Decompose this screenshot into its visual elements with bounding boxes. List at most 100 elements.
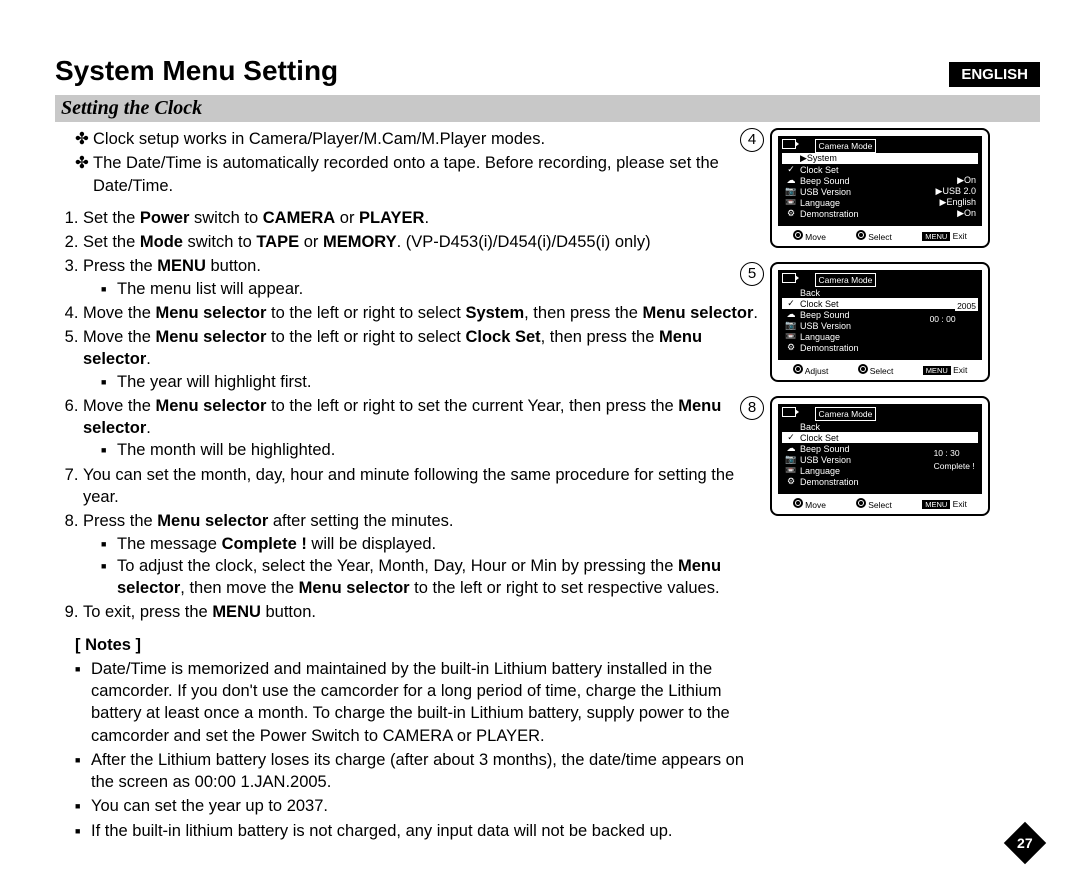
row-icon: ⚙ [784, 342, 798, 353]
intro-item: Clock setup works in Camera/Player/M.Cam… [75, 128, 760, 150]
footer-hint: MENU Exit [923, 365, 968, 375]
step-item: Move the Menu selector to the left or ri… [83, 326, 760, 393]
row-icon: ☁ [784, 309, 798, 320]
lcd-footer: Move Select MENU Exit [778, 230, 982, 242]
row-label: Clock Set [798, 165, 976, 175]
lcd-date: 1 JAN 2005 [934, 434, 978, 447]
lcd-mode-title: Camera Mode [815, 407, 877, 421]
row-label: Back [798, 288, 976, 298]
section-heading: Setting the Clock [55, 95, 1040, 122]
note-item: After the Lithium battery loses its char… [75, 749, 760, 794]
lcd-footer: Adjust Select MENU Exit [778, 364, 982, 376]
row-value: ▶USB 2.0 [932, 186, 976, 197]
notes-list: Date/Time is memorized and maintained by… [75, 658, 760, 842]
lcd-menu-row: Back [782, 421, 978, 432]
knob-icon [793, 498, 803, 508]
row-icon: ☁ [784, 175, 798, 186]
language-badge: ENGLISH [949, 62, 1040, 87]
knob-icon [856, 230, 866, 240]
text-column: Clock setup works in Camera/Player/M.Cam… [55, 128, 760, 852]
lcd-menu-row: Back [782, 287, 978, 298]
step-item: Set the Power switch to CAMERA or PLAYER… [83, 207, 760, 229]
footer-hint: Select [858, 364, 894, 376]
lcd-screen: Camera Mode▶System✓Clock Set☁Beep Sound▶… [778, 136, 982, 226]
page-number: 27 [1017, 835, 1033, 851]
lcd-figure: 5 Camera Mode Back✓Clock Set☁Beep Sound📷… [770, 262, 1040, 382]
footer-hint: Adjust [793, 364, 829, 376]
lcd-time: 10 : 30 [934, 447, 978, 460]
note-item: Date/Time is memorized and maintained by… [75, 658, 760, 747]
knob-icon [856, 498, 866, 508]
row-icon: 📼 [784, 197, 798, 208]
lcd-time: 00 : 00 [930, 313, 978, 326]
row-icon: 📷 [784, 320, 798, 331]
knob-icon [793, 364, 803, 374]
lcd-date: 1 JAN 2005 [930, 300, 978, 313]
camera-icon [782, 273, 796, 283]
camera-icon [782, 407, 796, 417]
lcd-menu-row: 📷USB Version▶USB 2.0 [782, 186, 978, 197]
figure-number: 8 [740, 396, 764, 420]
footer-hint: Move [793, 230, 826, 242]
row-icon: ⚙ [784, 208, 798, 219]
row-icon: ☁ [784, 443, 798, 454]
lcd-menu-row: ✓Clock Set [782, 164, 978, 175]
footer-hint: Move [793, 498, 826, 510]
row-icon: 📷 [784, 454, 798, 465]
menu-button-icon: MENU [922, 500, 950, 509]
lcd-screen: Camera Mode Back✓Clock Set☁Beep Sound📷US… [778, 404, 982, 494]
lcd-message: Complete ! [934, 460, 978, 473]
knob-icon [793, 230, 803, 240]
footer-hint: Select [856, 230, 892, 242]
lcd-frame: Camera Mode Back✓Clock Set☁Beep Sound📷US… [770, 262, 990, 382]
figure-column: 4 Camera Mode▶System✓Clock Set☁Beep Soun… [770, 128, 1040, 530]
lcd-frame: Camera Mode Back✓Clock Set☁Beep Sound📷US… [770, 396, 990, 516]
menu-button-icon: MENU [922, 232, 950, 241]
lcd-menu-row: ⚙Demonstration [782, 342, 978, 353]
row-value: ▶On [953, 208, 976, 219]
lcd-menu-row: ▶System [782, 153, 978, 164]
lcd-figure: 4 Camera Mode▶System✓Clock Set☁Beep Soun… [770, 128, 1040, 248]
manual-page: ENGLISH System Menu Setting Setting the … [0, 0, 1080, 880]
row-label: USB Version [798, 187, 932, 197]
row-icon: 📷 [784, 186, 798, 197]
row-value: ▶On [953, 175, 976, 186]
footer-hint: MENU Exit [922, 231, 967, 241]
lcd-side-panel: 1 JAN 200510 : 30Complete ! [934, 434, 978, 473]
lcd-year-highlight: 2005 [955, 301, 978, 311]
menu-button-icon: MENU [923, 366, 951, 375]
intro-item: The Date/Time is automatically recorded … [75, 152, 760, 197]
figure-number: 5 [740, 262, 764, 286]
row-label: ▶System [798, 153, 976, 164]
lcd-menu-row: ☁Beep Sound▶On [782, 175, 978, 186]
lcd-menu-row: ⚙Demonstration [782, 476, 978, 487]
footer-hint: MENU Exit [922, 499, 967, 509]
lcd-side-panel: 1 JAN 200500 : 00 [930, 300, 978, 326]
row-label: Demonstration [798, 209, 953, 219]
notes-heading: [ Notes ] [75, 634, 760, 656]
lcd-menu-row: ⚙Demonstration▶On [782, 208, 978, 219]
lcd-mode-title: Camera Mode [815, 139, 877, 153]
row-value: ▶English [936, 197, 976, 208]
row-icon: 📼 [784, 331, 798, 342]
intro-list: Clock setup works in Camera/Player/M.Cam… [75, 128, 760, 197]
figure-number: 4 [740, 128, 764, 152]
lcd-frame: Camera Mode▶System✓Clock Set☁Beep Sound▶… [770, 128, 990, 248]
row-icon: ✓ [784, 298, 798, 309]
note-item: You can set the year up to 2037. [75, 795, 760, 817]
row-label: Demonstration [798, 477, 976, 487]
row-icon: ⚙ [784, 476, 798, 487]
row-label: Demonstration [798, 343, 976, 353]
page-title: System Menu Setting [55, 55, 1040, 87]
note-item: If the built-in lithium battery is not c… [75, 820, 760, 842]
step-item: Move the Menu selector to the left or ri… [83, 302, 760, 324]
step-item: Move the Menu selector to the left or ri… [83, 395, 760, 462]
row-label: Back [798, 422, 976, 432]
content-columns: Clock setup works in Camera/Player/M.Cam… [55, 128, 1040, 852]
footer-hint: Select [856, 498, 892, 510]
row-label: Language [798, 332, 976, 342]
row-icon: ✓ [784, 432, 798, 443]
knob-icon [858, 364, 868, 374]
row-label: Beep Sound [798, 176, 953, 186]
steps-list: Set the Power switch to CAMERA or PLAYER… [83, 207, 760, 624]
